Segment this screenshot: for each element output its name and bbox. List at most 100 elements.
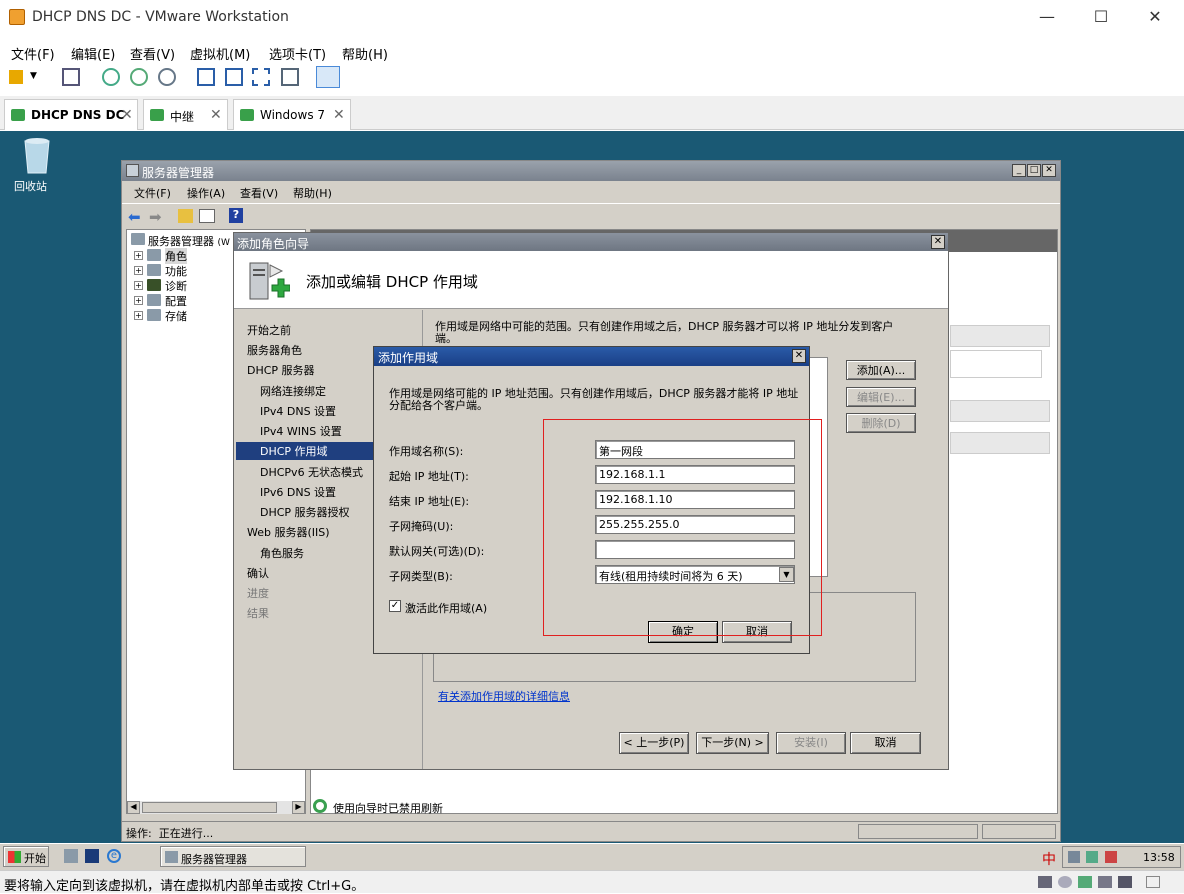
start-button[interactable]: 开始 xyxy=(3,846,49,867)
status-panel xyxy=(858,824,978,839)
network-icon[interactable] xyxy=(1068,851,1080,863)
show-library-icon[interactable] xyxy=(197,68,215,86)
sm-maximize-button[interactable]: □ xyxy=(1027,164,1041,177)
tree-item-storage[interactable]: 存储 xyxy=(165,308,187,324)
wizard-titlebar: 添加角色向导 ✕ xyxy=(234,233,948,251)
server-manager-quicklaunch-icon[interactable] xyxy=(64,849,78,863)
expand-icon[interactable]: + xyxy=(134,311,143,320)
menu-vm[interactable]: 虚拟机(M) xyxy=(190,44,250,63)
tree-item-configuration[interactable]: 配置 xyxy=(165,293,187,309)
cdrom-icon[interactable] xyxy=(1058,876,1072,888)
delete-scope-button[interactable]: 删除(D) xyxy=(846,413,916,433)
up-folder-icon[interactable] xyxy=(178,209,193,223)
nav-confirmation[interactable]: 确认 xyxy=(247,565,269,581)
scope-description: 作用域是网络中可能的范围。只有创建作用域之后，DHCP 服务器才可以将 IP 地… xyxy=(435,320,894,345)
nav-role-services[interactable]: 角色服务 xyxy=(260,545,304,561)
close-icon[interactable]: ✕ xyxy=(121,107,133,123)
usb-icon[interactable] xyxy=(1098,876,1112,888)
tray-icon[interactable] xyxy=(1086,851,1098,863)
thumbnail-icon[interactable] xyxy=(225,68,243,86)
revert-snapshot-icon[interactable] xyxy=(130,68,148,86)
install-button[interactable]: 安装(I) xyxy=(776,732,846,754)
menu-tabs[interactable]: 选项卡(T) xyxy=(269,44,326,63)
menu-edit[interactable]: 编辑(E) xyxy=(71,44,115,63)
tab-windows7[interactable]: Windows 7 ✕ xyxy=(233,99,351,130)
tree-root[interactable]: 服务器管理器 (W xyxy=(148,233,230,249)
nav-server-roles[interactable]: 服务器角色 xyxy=(247,342,302,358)
pause-icon[interactable] xyxy=(9,70,23,84)
messages-icon[interactable] xyxy=(1146,876,1160,888)
nav-dhcpv6-stateless[interactable]: DHCPv6 无状态模式 xyxy=(260,464,363,480)
nav-network-binding[interactable]: 网络连接绑定 xyxy=(260,383,326,399)
snapshot-manager-icon[interactable] xyxy=(158,68,176,86)
activate-scope-checkbox[interactable]: ✓ xyxy=(389,600,401,612)
scope-name-label: 作用域名称(S): xyxy=(389,445,464,458)
next-button[interactable]: 下一步(N) > xyxy=(696,732,769,754)
send-ctrl-alt-del-icon[interactable] xyxy=(62,68,80,86)
unity-icon[interactable] xyxy=(281,68,299,86)
ie-icon[interactable]: e xyxy=(107,849,121,863)
sm-menu-action[interactable]: 操作(A) xyxy=(187,185,225,201)
sm-menu-file[interactable]: 文件(F) xyxy=(134,185,171,201)
nav-dhcp-authorization[interactable]: DHCP 服务器授权 xyxy=(260,504,350,520)
previous-button[interactable]: < 上一步(P) xyxy=(619,732,689,754)
recycle-bin-icon[interactable] xyxy=(20,135,54,175)
nav-ipv4-dns[interactable]: IPv4 DNS 设置 xyxy=(260,403,336,419)
nav-before-you-begin[interactable]: 开始之前 xyxy=(247,322,291,338)
scroll-thumb[interactable] xyxy=(142,802,277,813)
forward-arrow-icon[interactable]: ➡ xyxy=(149,208,162,226)
network-adapter-icon[interactable] xyxy=(1078,876,1092,888)
subnet-type-label: 子网类型(B): xyxy=(389,570,453,583)
sm-minimize-button[interactable]: _ xyxy=(1012,164,1026,177)
sm-close-button[interactable]: ✕ xyxy=(1042,164,1056,177)
tab-dhcp-dns-dc[interactable]: DHCP DNS DC ✕ xyxy=(4,99,138,130)
expand-icon[interactable]: + xyxy=(134,251,143,260)
server-manager-titlebar: 服务器管理器 _ □ ✕ xyxy=(122,161,1060,181)
tree-scrollbar[interactable]: ◀ ▶ xyxy=(127,801,305,814)
close-button[interactable]: ✕ xyxy=(1132,0,1178,34)
nav-dhcp-server[interactable]: DHCP 服务器 xyxy=(247,362,315,378)
expand-icon[interactable]: + xyxy=(134,266,143,275)
tree-item-diagnostics[interactable]: 诊断 xyxy=(165,278,187,294)
close-icon[interactable]: ✕ xyxy=(333,107,345,123)
sm-menu-help[interactable]: 帮助(H) xyxy=(293,185,332,201)
edit-scope-button[interactable]: 编辑(E)... xyxy=(846,387,916,407)
tree-item-roles[interactable]: 角色 xyxy=(165,248,187,264)
add-scope-button[interactable]: 添加(A)... xyxy=(846,360,916,380)
menu-file[interactable]: 文件(F) xyxy=(11,44,55,63)
tree-item-features[interactable]: 功能 xyxy=(165,263,187,279)
scope-help-link[interactable]: 有关添加作用域的详细信息 xyxy=(438,688,570,704)
minimize-button[interactable]: — xyxy=(1024,0,1070,34)
console-view-icon[interactable] xyxy=(316,66,340,88)
tray-icon[interactable] xyxy=(1105,851,1117,863)
nav-ipv6-dns[interactable]: IPv6 DNS 设置 xyxy=(260,484,336,500)
chevron-down-icon[interactable]: ▼ xyxy=(30,71,48,89)
nav-ipv4-wins[interactable]: IPv4 WINS 设置 xyxy=(260,423,342,439)
help-icon[interactable]: ? xyxy=(229,208,243,223)
fullscreen-icon[interactable] xyxy=(252,68,270,86)
powershell-icon[interactable] xyxy=(85,849,99,863)
dialog-close-button[interactable]: ✕ xyxy=(792,349,806,363)
nav-web-server[interactable]: Web 服务器(IIS) xyxy=(247,524,330,540)
menu-help[interactable]: 帮助(H) xyxy=(342,44,388,63)
wizard-cancel-button[interactable]: 取消 xyxy=(850,732,921,754)
ime-indicator[interactable]: 中 xyxy=(1042,849,1056,869)
end-ip-label: 结束 IP 地址(E): xyxy=(389,495,470,508)
vm-tabbar: DHCP DNS DC ✕ 中继 ✕ Windows 7 ✕ xyxy=(0,96,1184,130)
maximize-button[interactable]: ☐ xyxy=(1078,0,1124,34)
taskbar-server-manager[interactable]: 服务器管理器 xyxy=(160,846,306,867)
tab-relay[interactable]: 中继 ✕ xyxy=(143,99,228,130)
close-icon[interactable]: ✕ xyxy=(210,107,222,123)
menu-view[interactable]: 查看(V) xyxy=(130,44,175,63)
hdd-icon[interactable] xyxy=(1038,876,1052,888)
expand-icon[interactable]: + xyxy=(134,281,143,290)
scroll-left-icon[interactable]: ◀ xyxy=(127,801,140,814)
sm-menu-view[interactable]: 查看(V) xyxy=(240,185,278,201)
display-icon[interactable] xyxy=(1118,876,1132,888)
expand-icon[interactable]: + xyxy=(134,296,143,305)
snapshot-icon[interactable] xyxy=(102,68,120,86)
scroll-right-icon[interactable]: ▶ xyxy=(292,801,305,814)
show-tree-icon[interactable] xyxy=(199,209,215,223)
wizard-close-button[interactable]: ✕ xyxy=(931,235,945,249)
back-arrow-icon[interactable]: ⬅ xyxy=(128,208,141,226)
